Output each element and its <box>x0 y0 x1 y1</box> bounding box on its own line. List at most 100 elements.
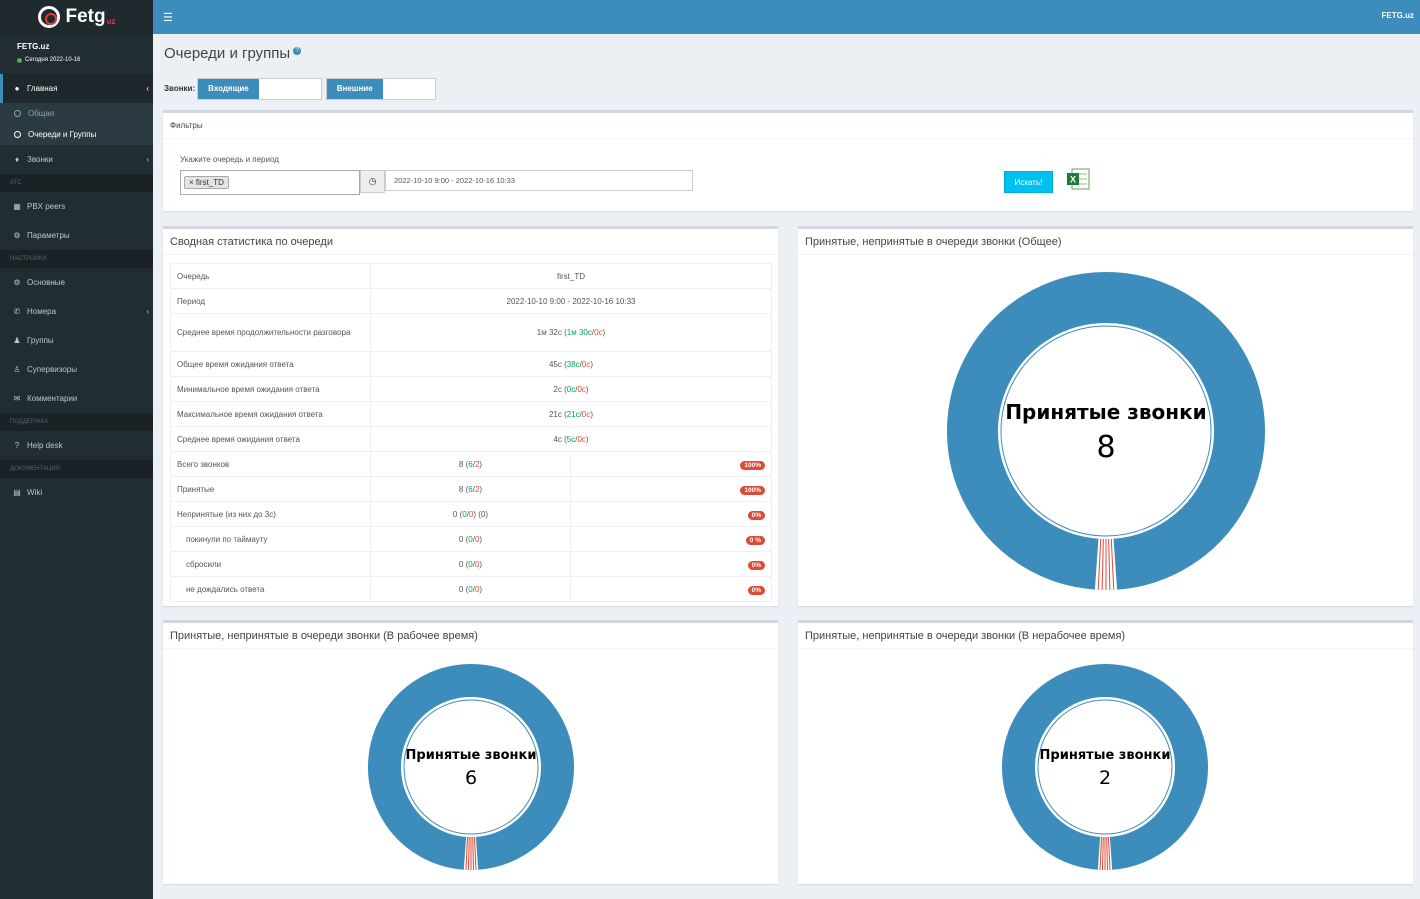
period-input[interactable]: 2022-10-10 9:00 - 2022-10-16 10:33 <box>385 170 693 191</box>
sidebar-item-numbers[interactable]: ✆ Номера ‹ <box>0 297 153 326</box>
row-value: 21с (21с/0с) <box>370 401 772 427</box>
sidebar-subitem-queues[interactable]: Очереди и Группы <box>0 124 153 145</box>
row-value: first_TD <box>370 263 772 289</box>
sidebar: Fetg uz FETG.uz Сегодня 2022-10-16 ● Главн… <box>0 0 153 899</box>
incoming-toggle[interactable]: Входящие <box>197 77 322 100</box>
donut-center-label: Принятые звонки <box>1040 748 1171 763</box>
row-label: покинули по таймауту <box>170 526 371 552</box>
calls-label: Звонки: <box>164 84 196 93</box>
row-label: сбросили <box>170 551 371 577</box>
sidebar-item-label: Номера <box>27 307 57 316</box>
table-row: не дождались ответа 0 (0/0) 0% <box>170 576 772 602</box>
user-name: FETG.uz <box>17 42 50 51</box>
donut-chart-work: Принятые звонки 6 <box>368 664 574 870</box>
sidebar-item-helpdesk[interactable]: ? Help desk <box>0 431 153 460</box>
phone-icon: ✆ <box>13 307 21 316</box>
value-end: ) <box>479 459 483 469</box>
donut-center-value: 2 <box>1099 767 1111 789</box>
calls-toggle: Звонки: Входящие Внешние <box>164 77 436 100</box>
external-toggle[interactable]: Внешние <box>325 77 436 100</box>
sidebar-item-groups[interactable]: ♟ Группы <box>0 326 153 355</box>
row-label: Период <box>170 288 371 314</box>
menu-header-atc: АТС <box>0 174 153 192</box>
percent-badge: 100% <box>740 485 765 495</box>
row-value: 0 (0/0) <box>370 576 571 602</box>
sidebar-item-wiki[interactable]: ▤ Wiki <box>0 478 153 507</box>
sidebar-item-params[interactable]: ⚙ Параметры <box>0 221 153 250</box>
row-label: Среднее время продолжительности разговор… <box>170 313 371 352</box>
users-icon: ♟ <box>13 336 21 345</box>
circle-icon <box>14 110 21 117</box>
row-label: Всего звонков <box>170 451 371 477</box>
queue-tag[interactable]: × first_TD <box>184 176 229 189</box>
sidebar-item-label: Звонки <box>27 155 53 164</box>
sidebar-item-label: Основные <box>27 278 65 287</box>
row-value: 45с (38с/0с) <box>370 351 772 377</box>
percent-badge: 0 % <box>745 535 765 545</box>
sidebar-item-main[interactable]: ● Главная ‹ <box>0 74 153 103</box>
help-icon[interactable]: ? <box>293 47 302 55</box>
incoming-toggle-off[interactable] <box>259 79 321 99</box>
site-name[interactable]: FETG.uz <box>1382 11 1414 20</box>
sidebar-submenu: Общая Очереди и Группы <box>0 103 153 145</box>
search-button[interactable]: Искать! <box>1004 171 1053 193</box>
row-pct: 0 % <box>570 526 772 552</box>
table-row: Период 2022-10-10 9:00 - 2022-10-16 10:33 <box>170 288 772 314</box>
excel-export-icon[interactable]: X <box>1066 168 1090 190</box>
row-label: Среднее время ожидания ответа <box>170 426 371 452</box>
donut-slice-missed <box>1097 538 1115 590</box>
sidebar-item-calls[interactable]: ♦ Звонки ‹ <box>0 145 153 174</box>
row-value: 0 (0/0) <box>370 551 571 577</box>
server-icon: ▦ <box>13 202 21 211</box>
table-row: Максимальное время ожидания ответа 21с (2… <box>170 401 772 427</box>
value-green: 38с <box>566 359 580 369</box>
table-row: Принятые 8 (6/2) 100% <box>170 476 772 502</box>
donut-chart-general: Принятые звонки 8 <box>947 272 1265 590</box>
summary-title: Сводная статистика по очереди <box>163 229 778 255</box>
remove-tag-icon[interactable]: × <box>189 178 196 187</box>
summary-box: Сводная статистика по очереди Очередь fir… <box>163 226 778 606</box>
logo[interactable]: Fetg uz <box>0 0 153 34</box>
sidebar-item-label: Параметры <box>27 231 70 240</box>
value-main: 4с ( <box>553 434 567 444</box>
value-main: 8 ( <box>458 484 469 494</box>
value-green: 0с <box>566 384 576 394</box>
sidebar-subitem-general[interactable]: Общая <box>0 103 153 124</box>
table-row: сбросили 0 (0/0) 0% <box>170 551 772 577</box>
clock-icon: ◷ <box>360 170 385 193</box>
user-icon: ♙ <box>13 365 21 374</box>
table-row: Очередь first_TD <box>170 263 772 289</box>
row-label: не дождались ответа <box>170 576 371 602</box>
external-label: Внешние <box>326 78 383 99</box>
external-toggle-off[interactable] <box>383 79 435 99</box>
percent-badge: 0% <box>747 585 765 595</box>
chevron-left-icon: ‹ <box>146 307 149 316</box>
table-row: покинули по таймауту 0 (0/0) 0 % <box>170 526 772 552</box>
value-main: 8 ( <box>458 459 469 469</box>
sidebar-item-comments[interactable]: ✉ Комментарии <box>0 384 153 413</box>
content: Очереди и группы? Звонки: Входящие Внешн… <box>153 34 1420 899</box>
sidebar-item-label: PBX peers <box>27 202 66 211</box>
row-value: 0 (0/0) <box>370 526 571 552</box>
sidebar-item-basic[interactable]: ⚙ Основные <box>0 268 153 297</box>
row-label: Максимальное время ожидания ответа <box>170 401 371 427</box>
user-status-text: Сегодня 2022-10-16 <box>25 57 81 63</box>
donut-slice-missed <box>1099 836 1111 870</box>
menu-toggle-icon[interactable]: ☰ <box>163 11 173 24</box>
sidebar-item-supervisors[interactable]: ♙ Супервизоры <box>0 355 153 384</box>
bell-icon: ♦ <box>14 155 20 164</box>
percent-badge: 100% <box>740 460 765 470</box>
chart-general-title: Принятые, непринятые в очереди звонки (О… <box>798 229 1413 255</box>
menu-header-support: ПОДДЕРЖКА <box>0 413 153 431</box>
value-end: ) <box>585 434 589 444</box>
gear-icon: ⚙ <box>13 278 21 287</box>
filters-box: Фильтры Укажите очередь и период × first… <box>163 110 1413 211</box>
row-pct: 100% <box>570 476 772 502</box>
value-end: ) <box>590 359 594 369</box>
user-status: Сегодня 2022-10-16 <box>17 57 136 63</box>
value-main: 0 ( <box>452 509 463 519</box>
sidebar-item-pbx[interactable]: ▦ PBX peers <box>0 192 153 221</box>
menu-header-settings: НАСТРОЙКИ <box>0 250 153 268</box>
queue-select[interactable]: × first_TD <box>180 170 360 195</box>
value-main: 0 ( <box>458 559 469 569</box>
